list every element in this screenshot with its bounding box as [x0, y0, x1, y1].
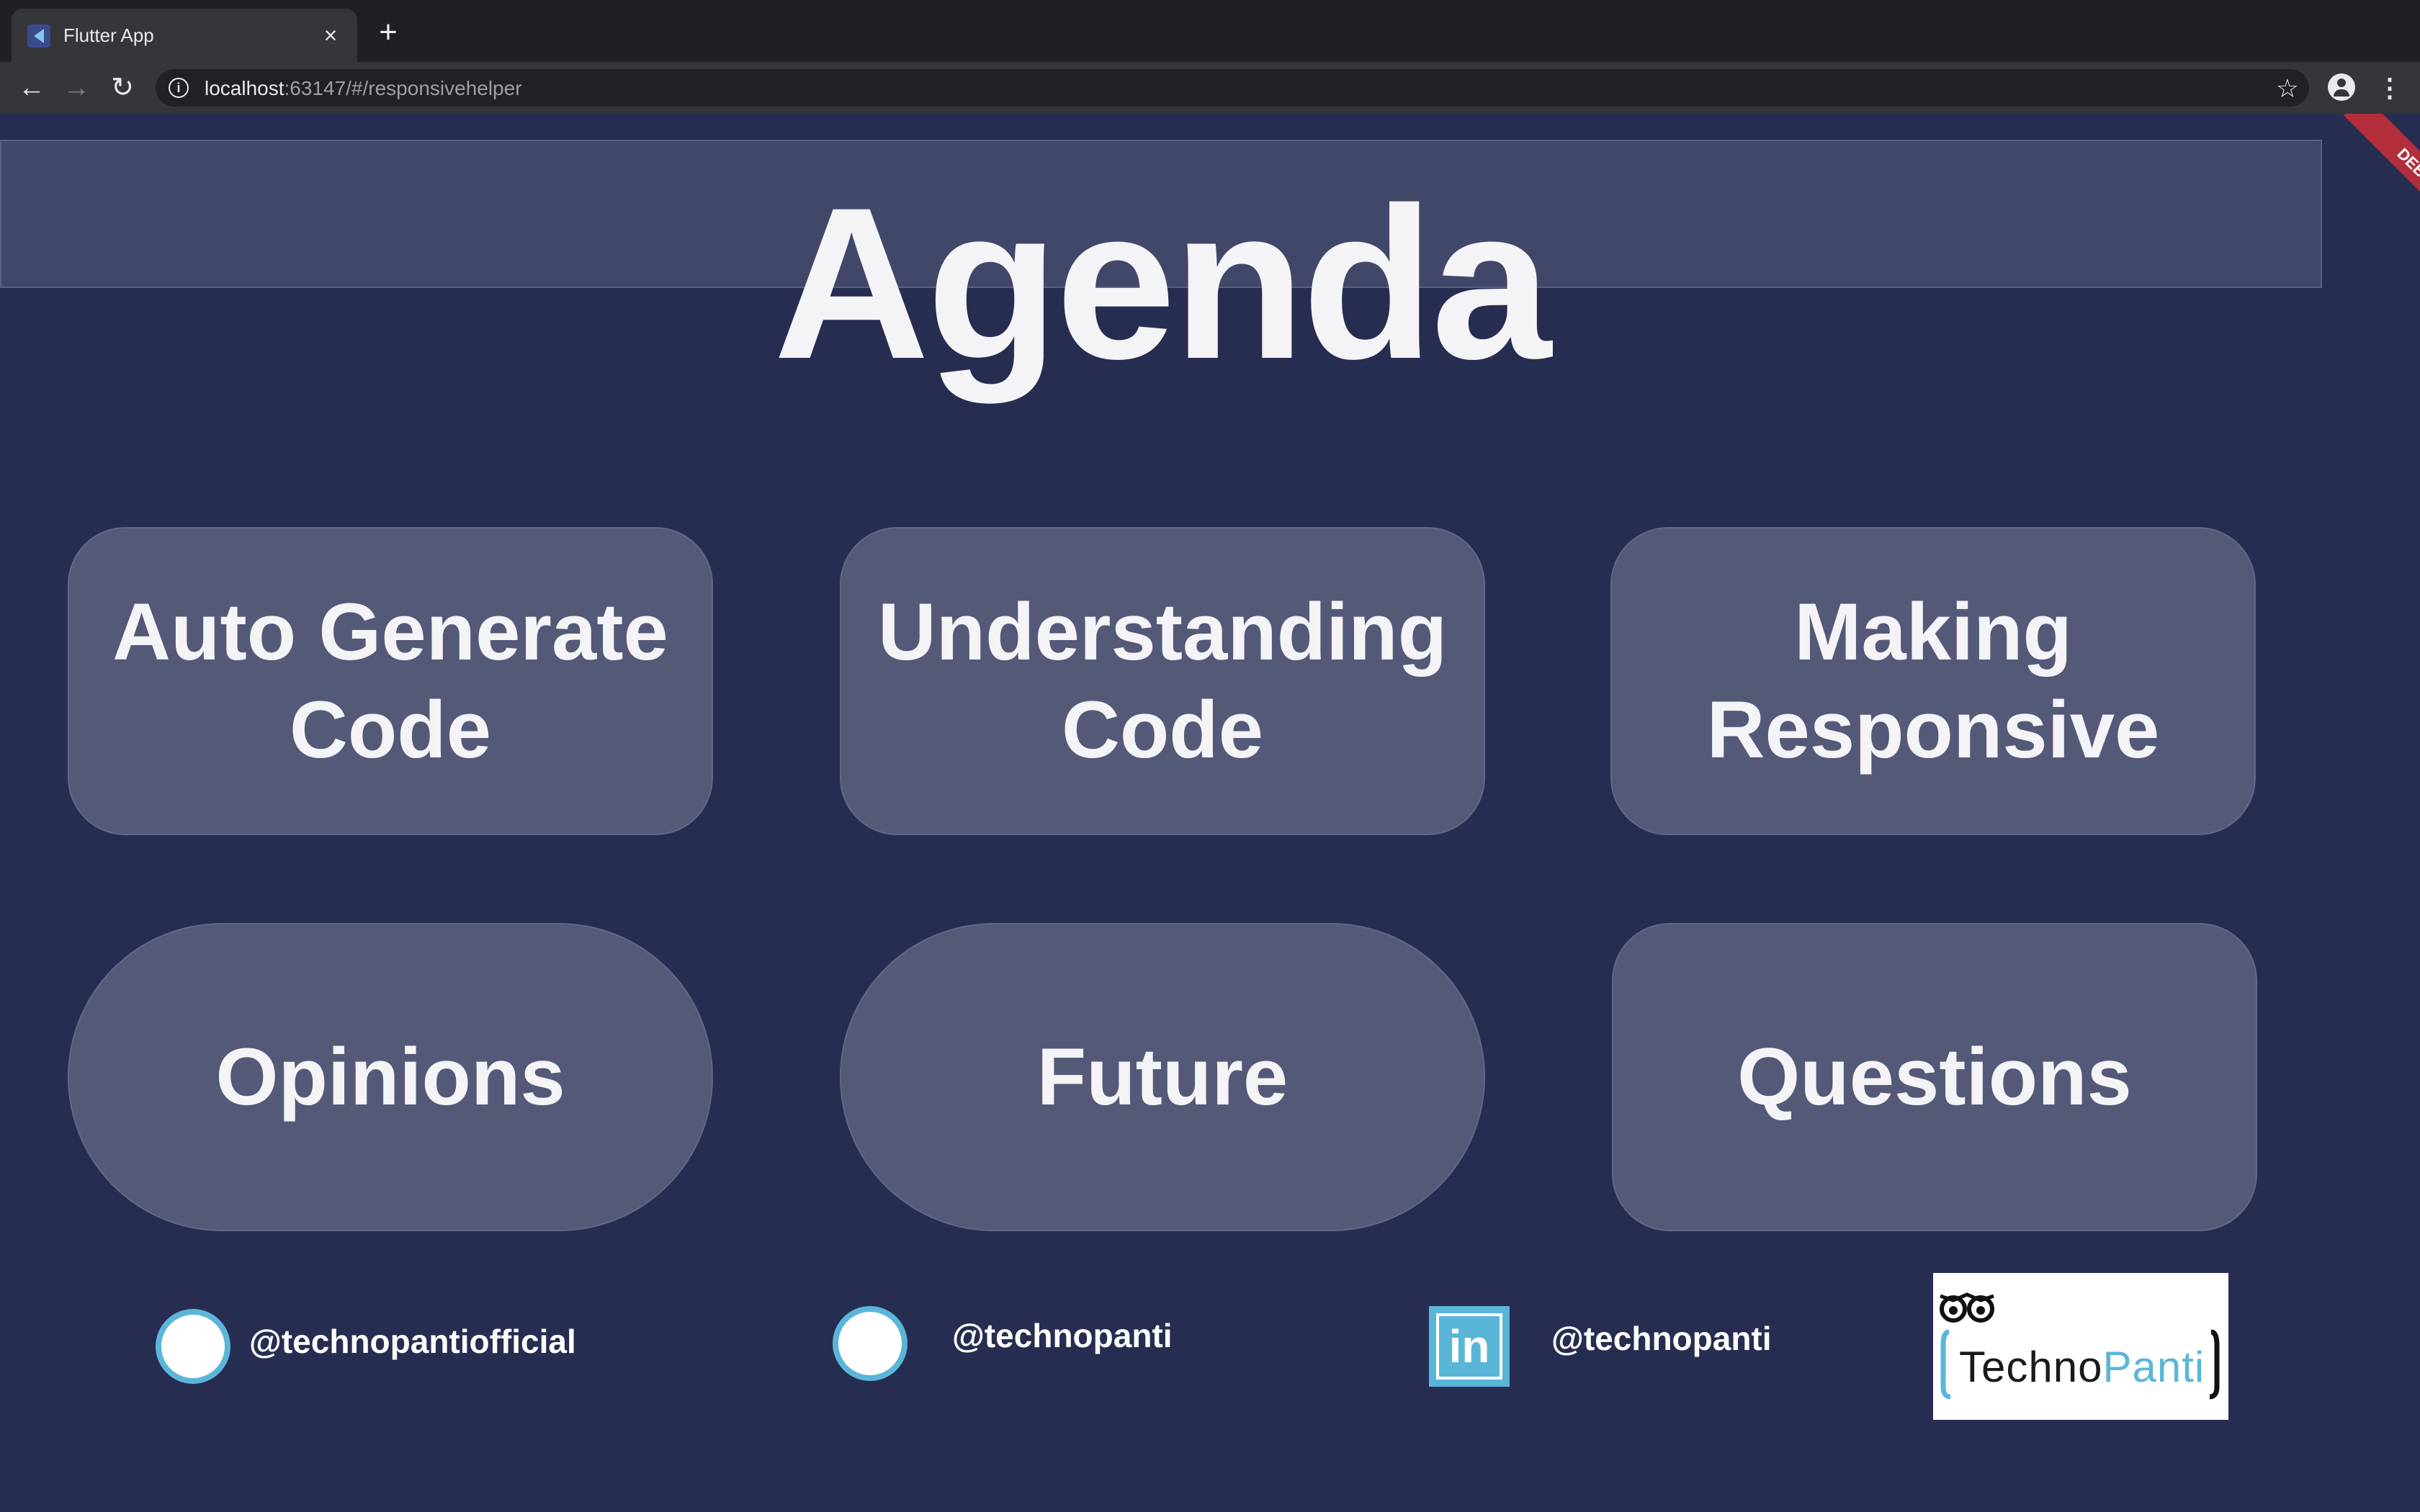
card-questions[interactable]: Questions	[1612, 923, 2257, 1231]
card-label-line: Understanding	[877, 587, 1448, 677]
card-label-line: Responsive	[1706, 685, 2160, 775]
browser-menu-icon[interactable]: ⋮	[2377, 73, 2403, 102]
browser-tabstrip: Flutter App × +	[0, 0, 2420, 62]
browser-tab[interactable]: Flutter App ×	[12, 9, 357, 62]
tab-close-icon[interactable]: ×	[317, 22, 344, 49]
bookmark-star-icon[interactable]: ☆	[2276, 73, 2299, 104]
address-bar[interactable]: i localhost:63147/#/responsivehelper ☆	[156, 69, 2309, 107]
forward-button[interactable]: →	[59, 71, 94, 105]
card-auto-generate-code[interactable]: Auto Generate Code	[68, 527, 713, 835]
browser-toolbar: ← → ↻ i localhost:63147/#/responsivehelp…	[0, 62, 2420, 114]
card-label: Making Responsive	[1707, 583, 2160, 779]
linkedin-glyph: in	[1436, 1313, 1502, 1380]
card-opinions[interactable]: Opinions	[68, 923, 713, 1231]
tab-title: Flutter App	[63, 24, 154, 46]
card-label: Understanding Code	[878, 583, 1447, 779]
logo-word-panti: Panti	[2102, 1343, 2205, 1391]
url-path: :63147/#/responsivehelper	[284, 77, 522, 99]
debug-banner: DEBUG	[2343, 114, 2420, 248]
card-label: Questions	[1737, 1032, 2132, 1122]
back-button[interactable]: ←	[14, 71, 49, 105]
card-label-line: Code	[1061, 685, 1263, 775]
url-text[interactable]: localhost:63147/#/responsivehelper	[205, 77, 522, 100]
social-handle-1[interactable]: @technopantiofficial	[249, 1322, 576, 1361]
flutter-favicon-icon	[27, 24, 50, 48]
card-understanding-code[interactable]: Understanding Code	[840, 527, 1485, 835]
card-label-line: Making	[1794, 587, 2072, 677]
instagram-avatar-icon[interactable]	[156, 1309, 230, 1384]
social-handle-3[interactable]: @technopanti	[1551, 1319, 1772, 1358]
twitter-avatar-icon[interactable]	[833, 1306, 908, 1381]
card-label: Auto Generate Code	[112, 583, 668, 779]
card-making-responsive[interactable]: Making Responsive	[1610, 527, 2256, 835]
new-tab-button[interactable]: +	[372, 16, 405, 49]
profile-avatar-icon[interactable]	[2328, 73, 2355, 101]
url-host: localhost	[205, 77, 284, 99]
logo-wordmark: TechnoPanti	[1959, 1342, 2205, 1392]
card-label-line: Auto Generate	[112, 587, 668, 677]
reload-button[interactable]: ↻	[105, 71, 140, 105]
linkedin-icon[interactable]: in	[1429, 1306, 1510, 1387]
technopanti-logo: TechnoPanti	[1933, 1273, 2228, 1420]
card-label-line: Code	[289, 685, 491, 775]
flutter-page: Agenda DEBUG Auto Generate Code Understa…	[0, 114, 2420, 1512]
card-future[interactable]: Future	[840, 923, 1485, 1231]
social-handle-2[interactable]: @technopanti	[952, 1316, 1173, 1355]
card-label: Opinions	[215, 1032, 565, 1122]
card-label: Future	[1036, 1032, 1289, 1122]
logo-word-techno: Techno	[1959, 1343, 2103, 1391]
site-info-icon[interactable]: i	[169, 78, 189, 98]
page-title: Agenda	[773, 162, 1551, 404]
